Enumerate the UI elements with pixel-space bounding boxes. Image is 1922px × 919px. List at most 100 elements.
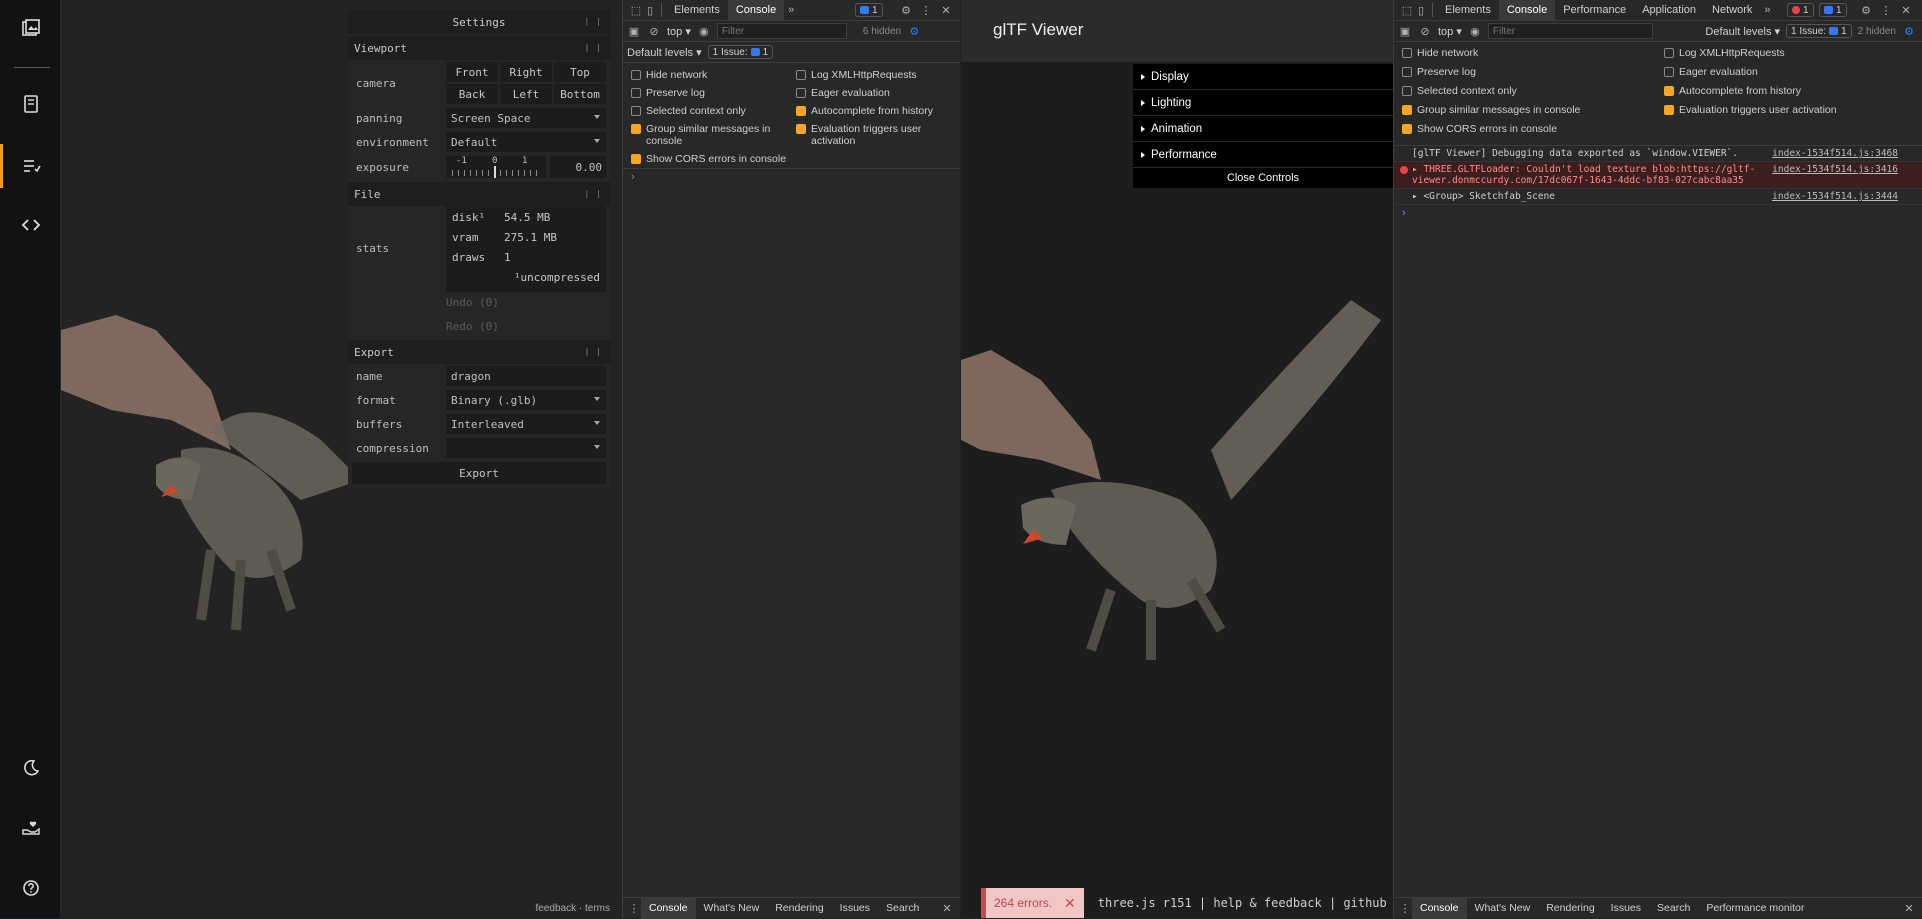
feedback-link[interactable]: feedback [536, 903, 577, 914]
checkbox-checked[interactable] [631, 154, 641, 164]
checklist-icon[interactable] [0, 144, 61, 188]
checkbox-checked[interactable] [1664, 105, 1674, 115]
tab-application[interactable]: Application [1634, 0, 1704, 21]
drawer-tab-issues[interactable]: Issues [1603, 902, 1649, 914]
folder-animation[interactable]: Animation [1133, 116, 1393, 142]
drawer-tab-whats-new[interactable]: What's New [1467, 902, 1539, 914]
drawer-tab-search[interactable]: Search [878, 902, 927, 914]
kebab-menu-icon[interactable]: ⋮ [627, 901, 641, 915]
setting-checkbox[interactable]: Selected context only [631, 105, 796, 117]
drawer-tab-rendering[interactable]: Rendering [1538, 902, 1602, 914]
setting-checkbox[interactable]: Hide network [631, 69, 796, 81]
camera-top-button[interactable]: Top [554, 62, 606, 82]
log-source-link[interactable]: index-1534f514.js:3444 [1772, 191, 1898, 202]
camera-front-button[interactable]: Front [446, 62, 498, 82]
folder-performance[interactable]: Performance [1133, 142, 1393, 168]
drawer-tab-whats-new[interactable]: What's New [696, 902, 768, 914]
gallery-icon[interactable] [0, 6, 61, 50]
checkbox-unchecked[interactable] [1664, 48, 1674, 58]
undo-button[interactable]: Undo (0) [348, 290, 610, 314]
inspect-icon[interactable]: ⬚ [1400, 3, 1414, 17]
viewport-section-header[interactable]: Viewport | | [348, 36, 610, 60]
checkbox-checked[interactable] [1402, 124, 1412, 134]
slider-handle[interactable] [494, 166, 496, 178]
filter-input[interactable] [1487, 23, 1653, 39]
drawer-tab-performance-monitor[interactable]: Performance monitor [1698, 902, 1812, 914]
setting-checkbox[interactable]: Evaluation triggers user activation [796, 123, 952, 147]
setting-checkbox[interactable]: Hide network [1402, 47, 1664, 59]
checkbox-unchecked[interactable] [631, 88, 641, 98]
messages-badge[interactable]: 1 [855, 3, 883, 17]
gear-icon[interactable]: ⚙ [899, 3, 913, 17]
camera-bottom-button[interactable]: Bottom [554, 84, 606, 104]
donate-icon[interactable] [0, 806, 61, 850]
grip-icon[interactable]: | | [585, 43, 602, 52]
levels-select[interactable]: Default levels ▾ [627, 46, 702, 59]
setting-checkbox[interactable]: Show CORS errors in console [631, 153, 796, 165]
setting-checkbox[interactable]: Evaluation triggers user activation [1664, 104, 1914, 116]
log-source-link[interactable]: index-1534f514.js:3416 [1772, 164, 1898, 175]
tab-elements[interactable]: Elements [1437, 0, 1499, 21]
drawer-tab-console[interactable]: Console [1412, 897, 1467, 919]
moon-icon[interactable] [0, 746, 61, 790]
eye-icon[interactable]: ◉ [697, 24, 711, 38]
setting-checkbox[interactable]: Eager evaluation [1664, 66, 1914, 78]
device-toggle-icon[interactable]: ▯ [643, 3, 657, 17]
checkbox-checked[interactable] [796, 124, 806, 134]
device-toggle-icon[interactable]: ▯ [1414, 3, 1428, 17]
format-select[interactable]: Binary (.glb) [446, 390, 606, 410]
messages-badge[interactable]: 1 [1819, 3, 1847, 17]
eye-icon[interactable]: ◉ [1468, 24, 1482, 38]
tab-performance[interactable]: Performance [1555, 0, 1634, 21]
checkbox-checked[interactable] [631, 124, 641, 134]
levels-select[interactable]: Default levels ▾ [1705, 25, 1780, 38]
setting-checkbox[interactable]: Selected context only [1402, 85, 1664, 97]
exposure-input[interactable]: 0.00 [550, 156, 606, 178]
footer-links[interactable]: three.js r151 | help & feedback | github [1098, 896, 1387, 910]
setting-checkbox[interactable]: Autocomplete from history [796, 105, 952, 117]
export-section-header[interactable]: Export | | [348, 340, 610, 364]
folder-lighting[interactable]: Lighting [1133, 90, 1393, 116]
terms-link[interactable]: terms [585, 903, 610, 914]
close-icon[interactable]: ✕ [939, 3, 953, 17]
compression-select[interactable] [446, 438, 606, 458]
more-tabs-icon[interactable]: » [1760, 3, 1774, 17]
kebab-menu-icon[interactable]: ⋮ [1879, 3, 1893, 17]
redo-button[interactable]: Redo (0) [348, 314, 610, 338]
checkbox-unchecked[interactable] [796, 88, 806, 98]
camera-right-button[interactable]: Right [500, 62, 552, 82]
clear-console-icon[interactable]: ⊘ [1418, 24, 1432, 38]
drawer-tab-search[interactable]: Search [1649, 902, 1698, 914]
checkbox-unchecked[interactable] [1402, 67, 1412, 77]
clear-console-icon[interactable]: ⊘ [647, 24, 661, 38]
checkbox-unchecked[interactable] [796, 70, 806, 80]
book-icon[interactable] [0, 82, 61, 126]
setting-checkbox[interactable]: Show CORS errors in console [1402, 123, 1664, 135]
setting-checkbox[interactable]: Preserve log [631, 87, 796, 99]
setting-checkbox[interactable]: Log XMLHttpRequests [1664, 47, 1914, 59]
close-icon[interactable]: ✕ [1899, 3, 1913, 17]
log-entry[interactable]: ▸ <Group> Sketchfab_Scene index-1534f514… [1394, 189, 1922, 205]
checkbox-checked[interactable] [1402, 105, 1412, 115]
inspect-icon[interactable]: ⬚ [629, 3, 643, 17]
checkbox-unchecked[interactable] [1402, 86, 1412, 96]
kebab-menu-icon[interactable]: ⋮ [919, 3, 933, 17]
console-settings-gear-icon[interactable]: ⚙ [907, 24, 921, 38]
close-icon[interactable]: ✕ [1064, 895, 1076, 912]
checkbox-unchecked[interactable] [631, 70, 641, 80]
name-input[interactable]: dragon [446, 366, 606, 386]
errors-toast[interactable]: 264 errors. ✕ [981, 888, 1084, 918]
exposure-slider[interactable]: -1 0 1 [446, 156, 546, 178]
environment-select[interactable]: Default [446, 132, 606, 152]
kebab-menu-icon[interactable]: ⋮ [1398, 901, 1412, 915]
checkbox-unchecked[interactable] [631, 106, 641, 116]
context-select[interactable]: top ▾ [1438, 25, 1462, 38]
context-select[interactable]: top ▾ [667, 25, 691, 38]
sidebar-toggle-icon[interactable]: ▣ [1398, 24, 1412, 38]
close-icon[interactable]: ✕ [1902, 901, 1916, 915]
checkbox-checked[interactable] [1664, 86, 1674, 96]
file-section-header[interactable]: File | | [348, 182, 610, 206]
tab-console[interactable]: Console [1498, 0, 1556, 21]
tab-elements[interactable]: Elements [666, 0, 728, 21]
grip-icon[interactable]: | | [585, 347, 602, 356]
